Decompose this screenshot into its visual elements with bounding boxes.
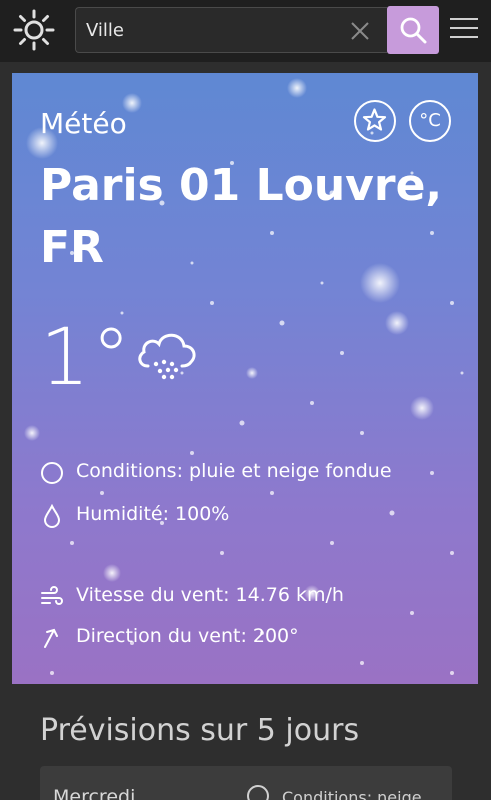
circle-icon	[247, 785, 269, 800]
conditions-text: Conditions: pluie et neige fondue	[76, 460, 392, 482]
star-icon	[362, 108, 387, 131]
arrow-up-right-icon	[44, 628, 58, 648]
temperature-unit-toggle[interactable]: °C	[409, 100, 451, 142]
droplet-icon	[43, 504, 61, 528]
top-bar	[0, 0, 491, 62]
current-temperature: 1°	[40, 313, 133, 403]
forecast-title: Prévisions sur 5 jours	[40, 713, 360, 748]
wind-direction-text: Direction du vent: 200°	[76, 625, 299, 647]
humidity-text: Humidité: 100%	[76, 503, 230, 525]
city-search-input[interactable]	[86, 8, 336, 52]
forecast-conditions-text: Conditions: neige	[282, 788, 422, 800]
forecast-day-card[interactable]: Mercredi Conditions: neige	[40, 766, 452, 800]
search-box	[75, 7, 387, 53]
search-button[interactable]	[387, 6, 439, 54]
favorite-star-button[interactable]	[354, 100, 396, 142]
wind-icon	[41, 586, 63, 605]
city-name: Paris 01 Louvre, FR	[40, 160, 443, 273]
unit-label: °C	[419, 110, 441, 131]
search-icon	[400, 17, 427, 44]
sun-logo-icon[interactable]	[12, 8, 56, 52]
circle-icon	[41, 462, 63, 484]
clear-icon[interactable]	[348, 19, 372, 43]
wind-speed-text: Vitesse du vent: 14.76 km/h	[76, 584, 344, 606]
snow-cloud-icon	[134, 326, 200, 388]
current-weather-card: Météo °C Paris 01 Louvre, FR 1° Conditio…	[12, 73, 478, 684]
forecast-day-name: Mercredi	[53, 786, 136, 800]
weather-label: Météo	[40, 107, 127, 140]
hamburger-menu-icon[interactable]	[450, 18, 478, 42]
